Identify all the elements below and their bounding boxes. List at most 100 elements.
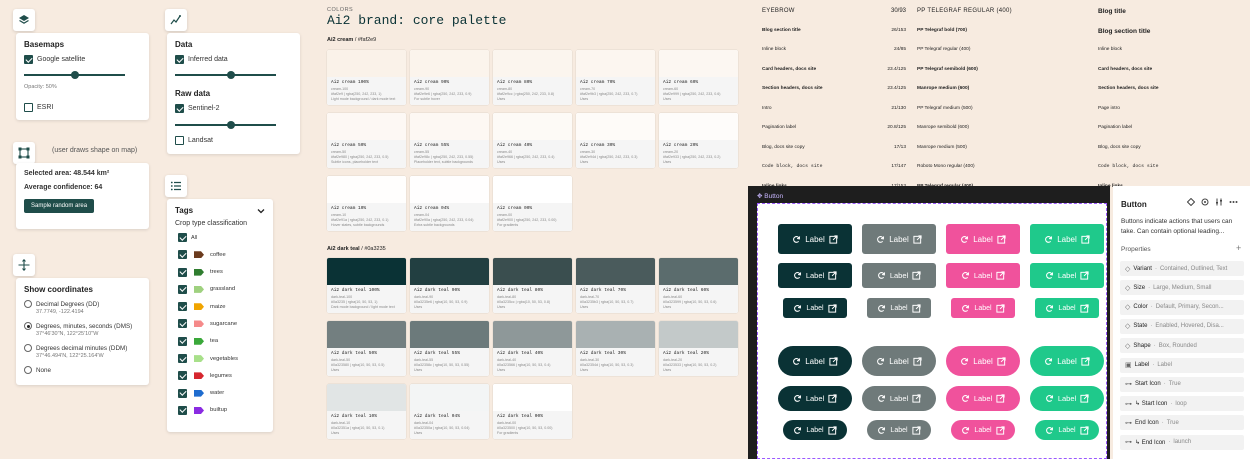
color-swatch[interactable]: Ai2 dark teal 30% dark-teal-30 #0a32354d |… xyxy=(576,321,655,376)
color-swatch[interactable]: Ai2 dark teal 70% dark-teal-70 #0a3235b3 |… xyxy=(576,258,655,313)
property-row[interactable]: ⊶ ↳ End Icon · launch xyxy=(1120,434,1244,450)
property-row[interactable]: ▣ Label · Label xyxy=(1120,357,1244,373)
sample-button[interactable]: Label xyxy=(778,263,852,288)
tag-checkbox[interactable] xyxy=(178,354,187,364)
sample-button[interactable]: Label xyxy=(1030,386,1104,411)
color-swatch[interactable]: Ai2 cream 50% cream-50 #faf2e980 | rgba(25… xyxy=(327,113,406,168)
sample-button[interactable]: Label xyxy=(1035,298,1099,318)
coord-option[interactable]: None xyxy=(24,366,141,374)
tag-all-option[interactable]: All xyxy=(178,233,265,242)
sentinel-option[interactable]: Sentinel-2 xyxy=(175,104,220,113)
tag-checkbox[interactable] xyxy=(178,388,187,398)
basemap-opacity-slider[interactable] xyxy=(24,71,125,79)
tag-item[interactable]: coffee xyxy=(178,250,265,260)
property-row[interactable]: ◇ Variant · Contained, Outlined, Text xyxy=(1120,261,1244,276)
sample-button[interactable]: Label xyxy=(946,346,1020,376)
sentinel-knob[interactable] xyxy=(226,121,235,129)
property-row[interactable]: ◇ State · Enabled, Hovered, Disa... xyxy=(1120,318,1244,334)
sample-button[interactable]: Label xyxy=(862,224,936,254)
landsat-checkbox[interactable] xyxy=(175,136,184,145)
tag-item[interactable]: water xyxy=(178,388,265,398)
color-swatch[interactable]: Ai2 dark teal 50% dark-teal-50 #0a323580 |… xyxy=(327,321,406,376)
tag-checkbox[interactable] xyxy=(178,405,187,415)
tag-item[interactable]: builtup xyxy=(178,405,265,415)
sentinel-checkbox[interactable] xyxy=(175,104,184,113)
chevron-down-icon[interactable] xyxy=(257,207,265,215)
inferred-data-checkbox[interactable] xyxy=(175,55,184,64)
tag-checkbox[interactable] xyxy=(178,302,187,312)
draw-shape-button[interactable] xyxy=(13,142,35,164)
color-swatch[interactable]: Ai2 dark teal 00% dark-teal-00 #0a323500 |… xyxy=(493,384,572,439)
tag-checkbox[interactable] xyxy=(178,371,187,381)
component-icon[interactable] xyxy=(1187,198,1195,206)
sentinel-opacity-slider[interactable] xyxy=(175,121,276,129)
target-icon[interactable] xyxy=(1201,198,1209,206)
coord-radio[interactable] xyxy=(24,344,32,352)
color-swatch[interactable]: Ai2 cream 70% cream-70 #faf2e9b3 | rgba(25… xyxy=(576,50,655,105)
tag-item[interactable]: maize xyxy=(178,302,265,312)
property-row[interactable]: ⊶ Start Icon · True xyxy=(1120,376,1244,392)
sample-button[interactable]: Label xyxy=(1030,224,1104,254)
color-swatch[interactable]: Ai2 cream 60% cream-60 #faf2e999 | rgba(25… xyxy=(659,50,738,105)
coordinates-button[interactable] xyxy=(13,254,35,276)
color-swatch[interactable]: Ai2 cream 80% cream-80 #faf2e9cc | rgba(25… xyxy=(493,50,572,105)
sample-button[interactable]: Label xyxy=(862,263,936,288)
property-row[interactable]: ◇ Color · Default, Primary, Secon... xyxy=(1120,299,1244,315)
property-row[interactable]: ◇ Size · Large, Medium, Small xyxy=(1120,280,1244,296)
google-satellite-checkbox[interactable] xyxy=(24,55,33,64)
color-swatch[interactable]: Ai2 dark teal 100% dark-teal-100 #0a3235 |… xyxy=(327,258,406,313)
color-swatch[interactable]: Ai2 cream 55% cream-55 #faf2e98c | rgba(25… xyxy=(410,113,489,168)
sample-button[interactable]: Label xyxy=(783,420,847,440)
tag-checkbox[interactable] xyxy=(178,319,187,329)
tags-button[interactable] xyxy=(165,175,187,197)
color-swatch[interactable]: Ai2 cream 10% cream-10 #faf2e91a | rgba(25… xyxy=(327,176,406,231)
data-layers-button[interactable] xyxy=(165,9,187,31)
esri-option[interactable]: ESRI xyxy=(24,103,53,112)
coord-radio[interactable] xyxy=(24,366,32,374)
esri-checkbox[interactable] xyxy=(24,103,33,112)
more-icon[interactable] xyxy=(1229,198,1238,206)
property-row[interactable]: ⊶ ↳ Start Icon · loop xyxy=(1120,396,1244,412)
tag-checkbox[interactable] xyxy=(178,336,187,346)
property-row[interactable]: ⊶ End Icon · True xyxy=(1120,415,1244,431)
inferred-data-option[interactable]: Inferred data xyxy=(175,55,292,64)
sample-button[interactable]: Label xyxy=(867,298,931,318)
sample-button[interactable]: Label xyxy=(946,386,1020,411)
tag-checkbox[interactable] xyxy=(178,284,187,294)
coord-option[interactable]: Degrees, minutes, seconds (DMS) 37°46'30"… xyxy=(24,322,141,337)
tag-item[interactable]: legumes xyxy=(178,371,265,381)
tag-checkbox[interactable] xyxy=(178,250,187,260)
add-property-icon[interactable]: + xyxy=(1236,243,1241,253)
google-satellite-option[interactable]: Google satellite xyxy=(24,55,141,64)
sample-button[interactable]: Label xyxy=(778,386,852,411)
sample-random-area-button[interactable]: Sample random area xyxy=(24,199,95,213)
color-swatch[interactable]: Ai2 dark teal 20% dark-teal-20 #0a323533 |… xyxy=(659,321,738,376)
sample-button[interactable]: Label xyxy=(867,420,931,440)
coord-option[interactable]: Decimal Degrees (DD) 37.7749, -122.4194 xyxy=(24,300,141,315)
color-swatch[interactable]: Ai2 cream 40% cream-40 #faf2e966 | rgba(25… xyxy=(493,113,572,168)
color-swatch[interactable]: Ai2 dark teal 80% dark-teal-80 #0a3235cc |… xyxy=(493,258,572,313)
color-swatch[interactable]: Ai2 cream 00% cream-00 #faf2e900 | rgba(25… xyxy=(493,176,572,231)
color-swatch[interactable]: Ai2 cream 90% cream-90 #faf2e9e6 | rgba(25… xyxy=(410,50,489,105)
coord-radio[interactable] xyxy=(24,300,32,308)
sample-button[interactable]: Label xyxy=(783,298,847,318)
sample-button[interactable]: Label xyxy=(778,224,852,254)
color-swatch[interactable]: Ai2 cream 04% cream-04 #faf2e90a | rgba(25… xyxy=(410,176,489,231)
tag-item[interactable]: sugarcane xyxy=(178,319,265,329)
sample-button[interactable]: Label xyxy=(1030,263,1104,288)
sample-button[interactable]: Label xyxy=(1035,420,1099,440)
sample-button[interactable]: Label xyxy=(946,224,1020,254)
color-swatch[interactable]: Ai2 dark teal 90% dark-teal-90 #0a3235e6 |… xyxy=(410,258,489,313)
tag-checkbox[interactable] xyxy=(178,267,187,277)
sample-button[interactable]: Label xyxy=(778,346,852,376)
color-swatch[interactable]: Ai2 dark teal 60% dark-teal-60 #0a323599 |… xyxy=(659,258,738,313)
color-swatch[interactable]: Ai2 dark teal 04% dark-teal-04 #0a32350a |… xyxy=(410,384,489,439)
sample-button[interactable]: Label xyxy=(946,263,1020,288)
tag-item[interactable]: vegetables xyxy=(178,354,265,364)
sample-button[interactable]: Label xyxy=(1030,346,1104,376)
tag-item[interactable]: trees xyxy=(178,267,265,277)
coord-radio[interactable] xyxy=(24,322,32,330)
sample-button[interactable]: Label xyxy=(862,386,936,411)
tag-item[interactable]: tea xyxy=(178,336,265,346)
opacity-knob[interactable] xyxy=(70,71,79,79)
